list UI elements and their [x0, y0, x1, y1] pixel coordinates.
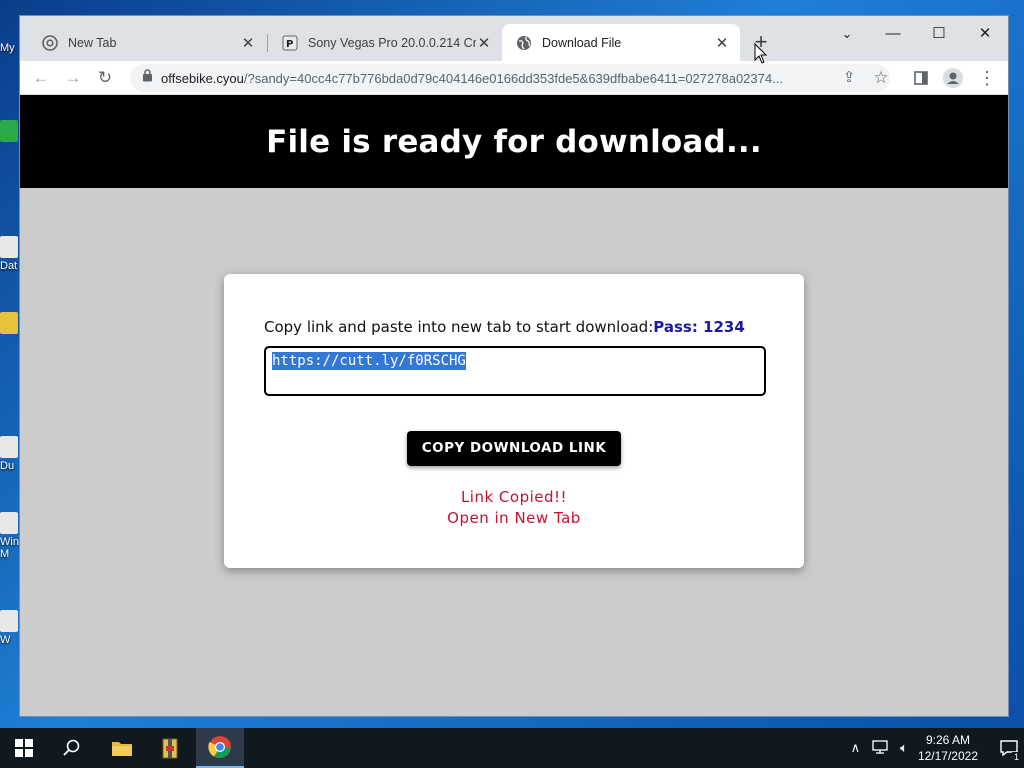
taskbar: ∧ 🔈︎ 9:26 AM 12/17/2022 1 [0, 728, 1024, 768]
forward-button[interactable]: → [60, 65, 86, 91]
tab-download-file[interactable]: Download File ✕ [502, 24, 740, 61]
chrome-icon [42, 34, 58, 51]
desktop-icon-label: My [0, 42, 15, 54]
file-icon [0, 436, 18, 458]
desktop-icon-green[interactable] [0, 120, 20, 144]
reload-button[interactable]: ↻ [92, 65, 118, 91]
tab-title: Sony Vegas Pro 20.0.0.214 Crack [308, 35, 476, 50]
tab-title: Download File [542, 35, 622, 50]
link-textarea[interactable]: https://cutt.ly/f0RSCHG [264, 346, 766, 396]
tab-new-tab[interactable]: New Tab ✕ [28, 24, 266, 61]
archive-app-button[interactable] [146, 728, 194, 768]
profile-avatar[interactable] [940, 65, 966, 91]
chrome-icon [208, 736, 231, 758]
clock-time: 9:26 AM [925, 733, 970, 747]
site-favicon-icon: P [282, 35, 298, 51]
search-icon [63, 739, 80, 756]
password-label: Pass: 1234 [653, 318, 745, 336]
system-tray: ∧ 🔈︎ 9:26 AM 12/17/2022 1 [845, 728, 1024, 768]
clock[interactable]: 9:26 AM 12/17/2022 [918, 732, 978, 764]
maximize-button[interactable]: ☐ [916, 20, 962, 48]
minimize-button[interactable]: — [870, 20, 916, 48]
url-host: offsebike.cyou [161, 70, 244, 86]
desktop-icon-win[interactable]: Win M [0, 512, 20, 560]
archive-icon [162, 738, 178, 759]
desktop-icon-yellow[interactable] [0, 312, 20, 336]
download-card: Copy link and paste into new tab to star… [224, 274, 804, 568]
browser-toolbar: ← → ↻ offsebike.cyou/?sandy=40cc4c77b776… [20, 61, 1008, 95]
address-bar[interactable]: offsebike.cyou/?sandy=40cc4c77b776bda0d7… [130, 64, 890, 92]
notification-button[interactable]: 1 [994, 728, 1024, 768]
copy-download-link-button[interactable]: COPY DOWNLOAD LINK [407, 431, 621, 466]
desktop-icon-label: Dat [0, 260, 18, 272]
desktop-icon-my-computer[interactable]: My [0, 42, 20, 54]
download-link-text: https://cutt.ly/f0RSCHG [272, 352, 466, 370]
folder-icon [0, 312, 18, 334]
lock-icon [142, 69, 153, 87]
chevron-up-icon[interactable]: ∧ [851, 740, 861, 756]
desktop-icon-label: Du [0, 460, 15, 472]
page-header: File is ready for download... [20, 95, 1008, 188]
share-icon[interactable]: ⇪ [836, 65, 862, 91]
file-icon [0, 610, 18, 632]
tab-strip: New Tab ✕ P Sony Vegas Pro 20.0.0.214 Cr… [20, 16, 1008, 61]
menu-kebab-icon[interactable]: ⋮ [974, 65, 1000, 91]
open-in-new-tab-message: Open in New Tab [447, 509, 581, 527]
tab-search-button[interactable]: ⌄ [824, 20, 870, 48]
chrome-taskbar-button[interactable] [196, 728, 244, 768]
start-button[interactable] [0, 728, 48, 768]
page-title: File is ready for download... [266, 123, 762, 160]
mouse-cursor-icon [754, 42, 768, 70]
search-button[interactable] [48, 728, 96, 768]
tab-sony-vegas[interactable]: P Sony Vegas Pro 20.0.0.214 Crack ✕ [268, 24, 502, 61]
close-icon[interactable]: ✕ [714, 34, 730, 52]
browser-window: New Tab ✕ P Sony Vegas Pro 20.0.0.214 Cr… [20, 16, 1008, 716]
link-copied-message: Link Copied!! [460, 488, 568, 506]
desktop-icon-label: Win M [0, 536, 19, 560]
close-icon[interactable]: ✕ [476, 34, 492, 52]
tab-title: New Tab [68, 35, 117, 50]
notification-count: 1 [1011, 752, 1021, 762]
instruction-text: Copy link and paste into new tab to star… [264, 318, 745, 336]
network-icon[interactable] [872, 739, 888, 757]
url-path: /?sandy=40cc4c77b776bda0d79c404146e0166d… [243, 70, 783, 86]
clock-date: 12/17/2022 [917, 749, 978, 763]
folder-icon [112, 742, 132, 756]
bookmark-star-icon[interactable]: ☆ [868, 65, 894, 91]
web-page: File is ready for download... Copy link … [20, 95, 1008, 716]
file-icon [0, 236, 18, 258]
desktop-icon-w[interactable]: W [0, 610, 20, 646]
desktop-icon-data[interactable]: Dat [0, 236, 20, 272]
app-icon [0, 120, 18, 142]
back-button[interactable]: ← [28, 65, 54, 91]
file-icon [0, 512, 18, 534]
volume-icon[interactable]: 🔈︎ [900, 740, 908, 756]
close-window-button[interactable]: ✕ [962, 20, 1008, 48]
desktop-icon-label: W [0, 634, 11, 646]
desktop-icon-du[interactable]: Du [0, 436, 20, 472]
svg-text:P: P [286, 39, 293, 50]
url-text: offsebike.cyou/?sandy=40cc4c77b776bda0d7… [161, 71, 890, 86]
file-explorer-button[interactable] [98, 728, 146, 768]
instruction-label: Copy link and paste into new tab to star… [264, 318, 654, 336]
globe-icon [516, 35, 532, 51]
side-panel-icon[interactable] [908, 65, 934, 91]
close-icon[interactable]: ✕ [240, 34, 256, 52]
